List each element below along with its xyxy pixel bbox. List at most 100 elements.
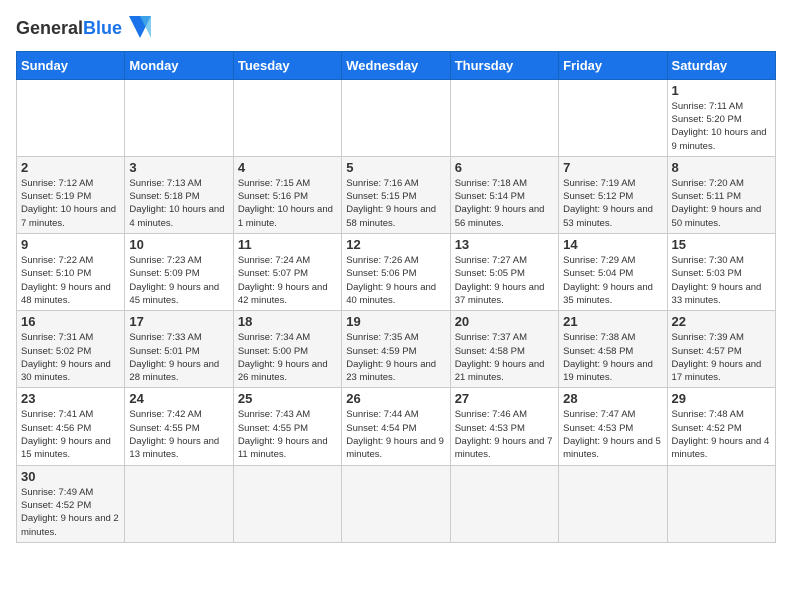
day-info: Sunrise: 7:30 AMSunset: 5:03 PMDaylight:… [672,254,771,307]
day-number: 7 [563,160,662,175]
calendar-cell: 21 Sunrise: 7:38 AMSunset: 4:58 PMDayligh… [559,311,667,388]
calendar-cell: 26Sunrise: 7:44 AMSunset: 4:54 PMDayligh… [342,388,450,465]
calendar-cell: 8 Sunrise: 7:20 AMSunset: 5:11 PMDaylight… [667,156,775,233]
day-info: Sunrise: 7:19 AMSunset: 5:12 PMDaylight:… [563,177,662,230]
calendar-cell: 17 Sunrise: 7:33 AMSunset: 5:01 PMDayligh… [125,311,233,388]
day-number: 14 [563,237,662,252]
day-info: Sunrise: 7:27 AMSunset: 5:05 PMDaylight:… [455,254,554,307]
calendar-cell: 5 Sunrise: 7:16 AMSunset: 5:15 PMDaylight… [342,156,450,233]
weekday-header-monday: Monday [125,51,233,79]
calendar-week-row: 9 Sunrise: 7:22 AMSunset: 5:10 PMDaylight… [17,234,776,311]
day-number: 12 [346,237,445,252]
day-info: Sunrise: 7:39 AMSunset: 4:57 PMDaylight:… [672,331,771,384]
day-info: Sunrise: 7:20 AMSunset: 5:11 PMDaylight:… [672,177,771,230]
day-info: Sunrise: 7:35 AMSunset: 4:59 PMDaylight:… [346,331,445,384]
calendar-cell [559,79,667,156]
day-number: 21 [563,314,662,329]
calendar-table: SundayMondayTuesdayWednesdayThursdayFrid… [16,51,776,543]
calendar-cell: 24 Sunrise: 7:42 AMSunset: 4:55 PMDayligh… [125,388,233,465]
logo-flag-icon [129,16,151,38]
logo-text: GeneralBlue [16,16,151,43]
calendar-cell [233,79,341,156]
day-number: 4 [238,160,337,175]
day-info: Sunrise: 7:48 AMSunset: 4:52 PMDaylight:… [672,408,771,461]
day-info: Sunrise: 7:33 AMSunset: 5:01 PMDaylight:… [129,331,228,384]
day-info: Sunrise: 7:43 AMSunset: 4:55 PMDaylight:… [238,408,337,461]
day-number: 5 [346,160,445,175]
page-header: GeneralBlue [16,16,776,43]
weekday-header-wednesday: Wednesday [342,51,450,79]
day-number: 23 [21,391,120,406]
calendar-cell: 13 Sunrise: 7:27 AMSunset: 5:05 PMDayligh… [450,234,558,311]
day-info: Sunrise: 7:44 AMSunset: 4:54 PMDaylight:… [346,408,445,461]
day-number: 6 [455,160,554,175]
calendar-cell: 2Sunrise: 7:12 AMSunset: 5:19 PMDaylight… [17,156,125,233]
day-number: 13 [455,237,554,252]
weekday-header-thursday: Thursday [450,51,558,79]
calendar-cell: 10 Sunrise: 7:23 AMSunset: 5:09 PMDayligh… [125,234,233,311]
day-info: Sunrise: 7:38 AMSunset: 4:58 PMDaylight:… [563,331,662,384]
calendar-cell: 15Sunrise: 7:30 AMSunset: 5:03 PMDayligh… [667,234,775,311]
day-info: Sunrise: 7:26 AMSunset: 5:06 PMDaylight:… [346,254,445,307]
day-info: Sunrise: 7:15 AMSunset: 5:16 PMDaylight:… [238,177,337,230]
calendar-cell [450,79,558,156]
calendar-cell [342,465,450,542]
day-number: 10 [129,237,228,252]
calendar-cell [667,465,775,542]
day-number: 24 [129,391,228,406]
calendar-cell: 12 Sunrise: 7:26 AMSunset: 5:06 PMDayligh… [342,234,450,311]
calendar-cell: 28 Sunrise: 7:47 AMSunset: 4:53 PMDayligh… [559,388,667,465]
calendar-cell: 6Sunrise: 7:18 AMSunset: 5:14 PMDaylight… [450,156,558,233]
day-number: 17 [129,314,228,329]
day-number: 9 [21,237,120,252]
calendar-cell: 30Sunrise: 7:49 AMSunset: 4:52 PMDayligh… [17,465,125,542]
day-number: 22 [672,314,771,329]
calendar-cell: 23Sunrise: 7:41 AMSunset: 4:56 PMDayligh… [17,388,125,465]
day-number: 3 [129,160,228,175]
day-info: Sunrise: 7:34 AMSunset: 5:00 PMDaylight:… [238,331,337,384]
calendar-cell: 25 Sunrise: 7:43 AMSunset: 4:55 PMDayligh… [233,388,341,465]
calendar-cell [233,465,341,542]
calendar-cell [125,79,233,156]
weekday-header-saturday: Saturday [667,51,775,79]
logo: GeneralBlue [16,16,151,43]
calendar-cell [17,79,125,156]
calendar-cell [559,465,667,542]
calendar-cell: 22 Sunrise: 7:39 AMSunset: 4:57 PMDayligh… [667,311,775,388]
calendar-cell: 1Sunrise: 7:11 AMSunset: 5:20 PMDaylight… [667,79,775,156]
day-info: Sunrise: 7:42 AMSunset: 4:55 PMDaylight:… [129,408,228,461]
calendar-cell: 14Sunrise: 7:29 AMSunset: 5:04 PMDayligh… [559,234,667,311]
calendar-cell: 7 Sunrise: 7:19 AMSunset: 5:12 PMDaylight… [559,156,667,233]
day-number: 11 [238,237,337,252]
day-number: 25 [238,391,337,406]
day-number: 19 [346,314,445,329]
day-number: 27 [455,391,554,406]
day-number: 18 [238,314,337,329]
day-info: Sunrise: 7:22 AMSunset: 5:10 PMDaylight:… [21,254,120,307]
day-info: Sunrise: 7:24 AMSunset: 5:07 PMDaylight:… [238,254,337,307]
weekday-header-friday: Friday [559,51,667,79]
calendar-cell [125,465,233,542]
calendar-cell: 27 Sunrise: 7:46 AMSunset: 4:53 PMDayligh… [450,388,558,465]
calendar-cell: 18 Sunrise: 7:34 AMSunset: 5:00 PMDayligh… [233,311,341,388]
day-info: Sunrise: 7:13 AMSunset: 5:18 PMDaylight:… [129,177,228,230]
calendar-week-row: 23Sunrise: 7:41 AMSunset: 4:56 PMDayligh… [17,388,776,465]
calendar-cell [450,465,558,542]
calendar-cell [342,79,450,156]
day-info: Sunrise: 7:31 AMSunset: 5:02 PMDaylight:… [21,331,120,384]
day-info: Sunrise: 7:46 AMSunset: 4:53 PMDaylight:… [455,408,554,461]
day-number: 8 [672,160,771,175]
calendar-cell: 20Sunrise: 7:37 AMSunset: 4:58 PMDayligh… [450,311,558,388]
day-number: 2 [21,160,120,175]
calendar-cell: 19 Sunrise: 7:35 AMSunset: 4:59 PMDayligh… [342,311,450,388]
day-info: Sunrise: 7:16 AMSunset: 5:15 PMDaylight:… [346,177,445,230]
calendar-week-row: 1Sunrise: 7:11 AMSunset: 5:20 PMDaylight… [17,79,776,156]
calendar-cell: 29Sunrise: 7:48 AMSunset: 4:52 PMDayligh… [667,388,775,465]
day-number: 28 [563,391,662,406]
calendar-cell: 11 Sunrise: 7:24 AMSunset: 5:07 PMDayligh… [233,234,341,311]
calendar-week-row: 2Sunrise: 7:12 AMSunset: 5:19 PMDaylight… [17,156,776,233]
day-info: Sunrise: 7:47 AMSunset: 4:53 PMDaylight:… [563,408,662,461]
day-number: 16 [21,314,120,329]
day-info: Sunrise: 7:23 AMSunset: 5:09 PMDaylight:… [129,254,228,307]
calendar-cell: 4 Sunrise: 7:15 AMSunset: 5:16 PMDaylight… [233,156,341,233]
